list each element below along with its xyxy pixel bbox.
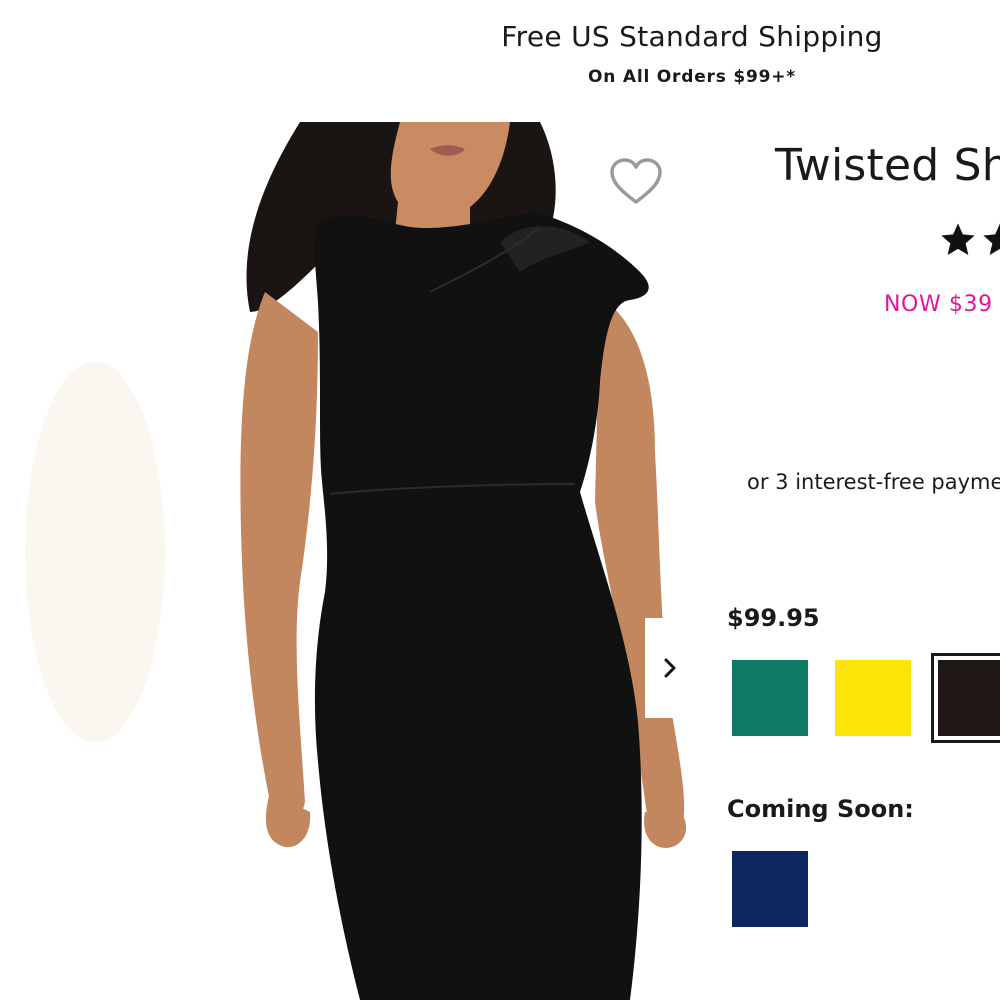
star-icon <box>941 223 975 255</box>
swatch-price: $99.95 <box>727 604 820 632</box>
star-icon <box>983 223 1000 255</box>
coming-soon-label: Coming Soon: <box>727 795 914 823</box>
chevron-right-icon <box>664 658 676 678</box>
swatch-black[interactable] <box>931 653 1000 743</box>
sale-price: NOW $39 <box>884 292 993 317</box>
wishlist-button[interactable] <box>608 156 664 208</box>
rating-stars[interactable] <box>938 220 1000 260</box>
product-image[interactable] <box>0 122 695 1000</box>
product-title: Twisted Sho <box>775 140 1000 191</box>
next-image-button[interactable] <box>645 618 695 718</box>
installments-text: or 3 interest-free payme <box>747 470 1000 494</box>
swatch-teal[interactable] <box>732 660 808 736</box>
model-photo <box>25 122 687 1000</box>
swatch-navy[interactable] <box>732 851 808 927</box>
promo-title: Free US Standard Shipping <box>501 20 883 53</box>
promo-subtitle: On All Orders $99+* <box>588 67 796 87</box>
product-page: Free US Standard Shipping On All Orders … <box>0 0 1000 1000</box>
swatch-yellow[interactable] <box>835 660 911 736</box>
heart-icon <box>610 158 662 204</box>
